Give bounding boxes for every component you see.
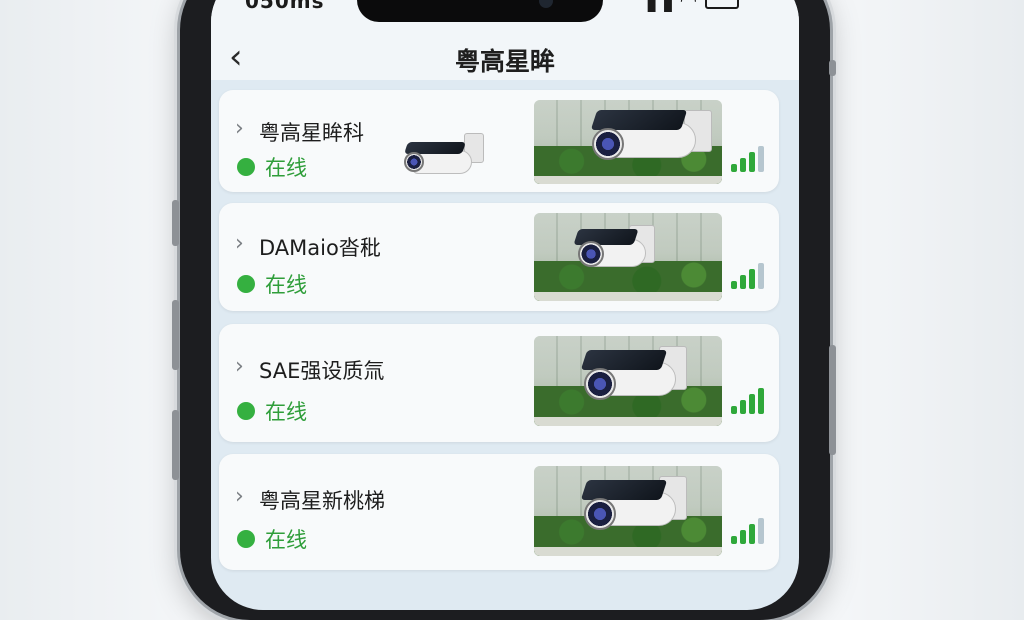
- power-button: [829, 345, 836, 455]
- chevron-right-icon: ›: [235, 484, 244, 509]
- signal-icon: ▐▐: [640, 0, 673, 12]
- side-button: [172, 410, 179, 480]
- chevron-right-icon: ›: [235, 116, 244, 141]
- camera-thumbnail[interactable]: [534, 100, 722, 184]
- online-dot-icon: [237, 402, 255, 420]
- battery-icon: [705, 0, 740, 9]
- phone-notch: [357, 0, 603, 22]
- device-card[interactable]: › DAMaio沓秕 在线: [219, 203, 779, 311]
- power-button-top: [829, 60, 836, 76]
- device-name: 粤高星眸科: [259, 121, 364, 145]
- signal-strength-icon: [731, 518, 764, 544]
- device-status: 在线: [237, 152, 307, 182]
- online-dot-icon: [237, 275, 255, 293]
- chevron-right-icon: ›: [235, 231, 244, 256]
- wifi-icon: ◠: [680, 0, 698, 12]
- page-title: 粤高星眸: [454, 47, 555, 76]
- volume-down-button: [172, 300, 179, 370]
- camera-thumbnail[interactable]: [534, 336, 722, 426]
- device-name: DAMaio沓秕: [259, 236, 381, 260]
- device-name: SAE强设质氚: [259, 359, 385, 383]
- chevron-right-icon: ›: [235, 354, 244, 379]
- signal-strength-icon: [731, 146, 764, 172]
- device-card[interactable]: › SAE强设质氚 在线: [219, 324, 779, 442]
- device-status: 在线: [237, 524, 307, 554]
- status-time: 050ms: [245, 0, 325, 13]
- device-card[interactable]: › 粤高星新桃梯 在线: [219, 454, 779, 570]
- device-name: 粤高星新桃梯: [259, 489, 385, 513]
- device-status: 在线: [237, 269, 307, 299]
- volume-up-button: [172, 200, 179, 246]
- online-dot-icon: [237, 530, 255, 548]
- camera-icon: [394, 128, 494, 188]
- signal-strength-icon: [731, 388, 764, 414]
- phone-screen: ‹ 粤高星眸 › 粤高星眸科 在线 › DAMaio沓秕 在线 › SAE强设质…: [211, 0, 799, 610]
- camera-thumbnail[interactable]: [534, 213, 722, 301]
- front-camera-icon: [539, 0, 553, 8]
- camera-thumbnail[interactable]: [534, 466, 722, 556]
- device-status: 在线: [237, 396, 307, 426]
- online-dot-icon: [237, 158, 255, 176]
- signal-strength-icon: [731, 263, 764, 289]
- status-icons: ▐▐ ◠: [640, 0, 740, 12]
- device-card[interactable]: › 粤高星眸科 在线: [219, 90, 779, 192]
